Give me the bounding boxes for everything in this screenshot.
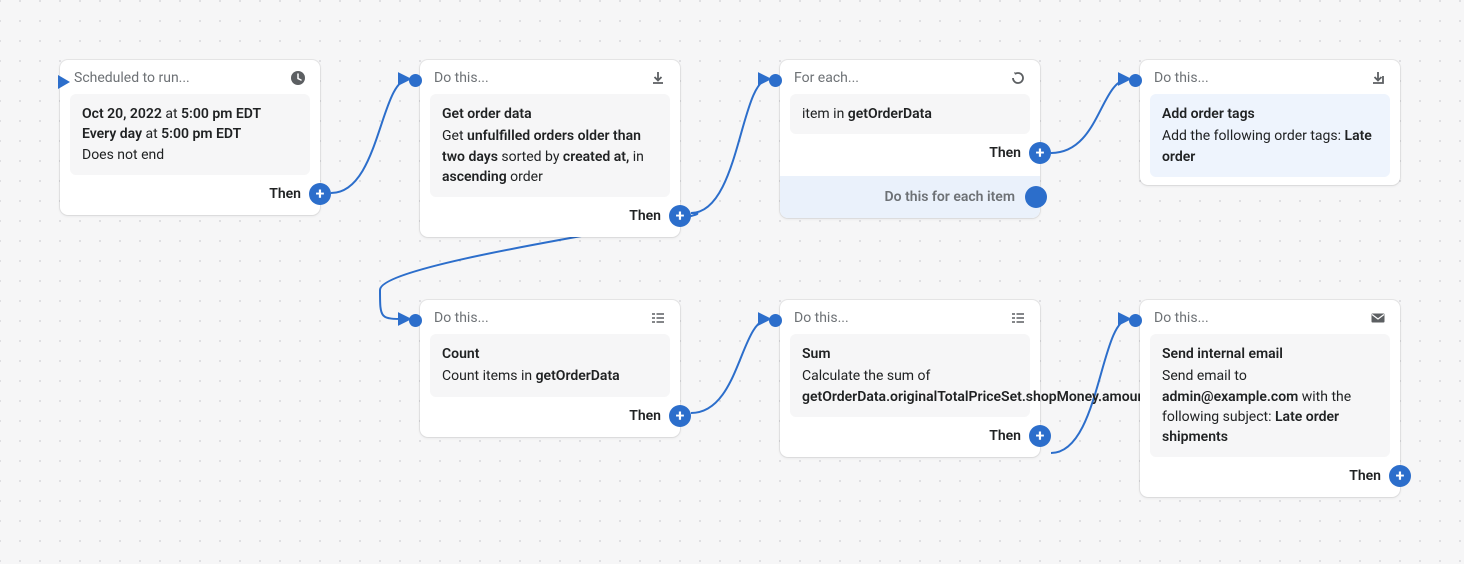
then-label: Then — [629, 208, 661, 224]
then-label: Then — [269, 186, 301, 202]
node-count[interactable]: Do this... Count Count items in getOrder… — [420, 300, 680, 437]
node-body: Sum Calculate the sum of getOrderData.or… — [790, 334, 1030, 417]
input-connector — [409, 314, 422, 327]
then-label: Then — [629, 408, 661, 424]
node-add-order-tags[interactable]: Do this... Add order tags Add the follow… — [1140, 60, 1400, 185]
input-connector — [769, 314, 782, 327]
node-body: Count Count items in getOrderData — [430, 334, 670, 397]
then-label: Then — [989, 428, 1021, 444]
then-connector-button[interactable]: + — [669, 405, 691, 427]
node-body: Oct 20, 2022 at 5:00 pm EDT Every day at… — [70, 94, 310, 175]
node-header-label: Do this... — [434, 70, 640, 86]
then-connector-button[interactable]: + — [669, 205, 691, 227]
for-each-connector-button[interactable] — [1025, 186, 1047, 208]
node-sum[interactable]: Do this... Sum Calculate the sum of getO… — [780, 300, 1040, 457]
input-connector — [1129, 314, 1142, 327]
node-body: Send internal email Send email to admin@… — [1150, 334, 1390, 457]
for-each-item-bar: Do this for each item — [780, 176, 1040, 218]
import-icon — [1370, 70, 1386, 86]
node-body: Add order tags Add the following order t… — [1150, 94, 1390, 177]
node-body: Get order data Get unfulfilled orders ol… — [430, 94, 670, 197]
node-scheduled[interactable]: Scheduled to run... Oct 20, 2022 at 5:00… — [60, 60, 320, 215]
variable-icon — [650, 310, 666, 326]
then-connector-button[interactable]: + — [1389, 465, 1411, 487]
then-label: Then — [1349, 468, 1381, 484]
for-each-bar-label: Do this for each item — [885, 189, 1015, 205]
then-connector-button[interactable]: + — [309, 183, 331, 205]
node-header-label: Do this... — [434, 310, 640, 326]
loop-icon — [1010, 70, 1026, 86]
node-get-order-data[interactable]: Do this... Get order data Get unfulfille… — [420, 60, 680, 237]
node-for-each[interactable]: For each... item in getOrderData Then + … — [780, 60, 1040, 218]
input-connector — [769, 74, 782, 87]
email-icon — [1370, 310, 1386, 326]
then-label: Then — [989, 145, 1021, 161]
input-connector — [1129, 74, 1142, 87]
node-send-internal-email[interactable]: Do this... Send internal email Send emai… — [1140, 300, 1400, 497]
node-header-label: Scheduled to run... — [74, 70, 280, 86]
node-header-label: Do this... — [1154, 310, 1360, 326]
play-icon — [56, 74, 72, 90]
then-connector-button[interactable]: + — [1029, 425, 1051, 447]
input-connector — [409, 74, 422, 87]
node-body: item in getOrderData — [790, 94, 1030, 134]
node-header-label: For each... — [794, 70, 1000, 86]
then-connector-button[interactable]: + — [1029, 142, 1051, 164]
node-header-label: Do this... — [1154, 70, 1360, 86]
download-icon — [650, 70, 666, 86]
clock-icon — [290, 70, 306, 86]
variable-icon — [1010, 310, 1026, 326]
node-header-label: Do this... — [794, 310, 1000, 326]
